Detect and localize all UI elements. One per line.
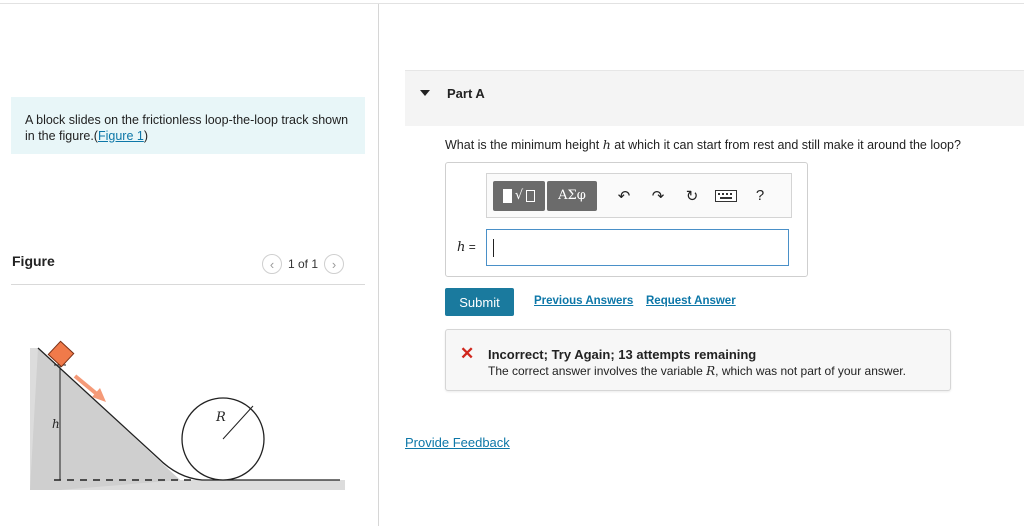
caret-down-icon (420, 90, 430, 96)
reset-icon: ↻ (685, 187, 699, 205)
request-answer-link[interactable]: Request Answer (646, 295, 736, 307)
pager-text: 1 of 1 (288, 257, 319, 271)
question-after: at which it can start from rest and stil… (610, 138, 961, 152)
answer-variable-label: h = (457, 240, 476, 255)
feedback-title: Incorrect; Try Again; 13 attempts remain… (488, 347, 757, 362)
templates-button[interactable]: √ (493, 180, 545, 211)
figure-link[interactable]: Figure 1 (98, 129, 144, 143)
part-a-header[interactable]: Part A (405, 70, 1024, 126)
feedback-msg-var: R (706, 364, 716, 378)
undo-button[interactable]: ↶ (607, 181, 641, 211)
figure-title: Figure (12, 253, 55, 269)
next-figure-button[interactable]: › (324, 254, 345, 274)
keyboard-icon (715, 189, 737, 202)
reset-button[interactable]: ↻ (675, 181, 709, 211)
redo-button[interactable]: ↷ (641, 181, 675, 211)
answer-input[interactable] (486, 229, 789, 266)
figure-rule (11, 284, 365, 285)
incorrect-x-icon: ✕ (460, 344, 475, 363)
loop-track-figure: R h (30, 340, 345, 490)
text-cursor (493, 239, 494, 257)
answer-eq: = (465, 240, 476, 254)
height-label: h (52, 417, 60, 431)
help-button[interactable]: ? (743, 181, 777, 211)
previous-answers-link[interactable]: Previous Answers (534, 295, 633, 307)
intro-link-suffix: ) (143, 129, 148, 143)
undo-arrow-icon: ↶ (617, 187, 631, 205)
submit-button[interactable]: Submit (445, 288, 514, 316)
part-title: Part A (447, 86, 485, 101)
feedback-msg-before: The correct answer involves the variable (488, 364, 707, 378)
intro-text: A block slides on the frictionless loop-… (25, 113, 349, 143)
math-toolbar: √ ΑΣφ ↶ ↷ ↻ ? (486, 173, 792, 218)
chevron-right-icon: › (331, 256, 337, 272)
question-before: What is the minimum height (445, 138, 603, 152)
redo-arrow-icon: ↷ (651, 187, 665, 205)
top-border (0, 3, 1024, 4)
answer-box: √ ΑΣφ ↶ ↷ ↻ ? h = (445, 162, 808, 277)
greek-symbols-button[interactable]: ΑΣφ (547, 180, 597, 211)
prev-figure-button[interactable]: ‹ (262, 254, 282, 274)
radius-label: R (215, 410, 226, 425)
sqrt-icon: √ (514, 188, 524, 203)
keyboard-button[interactable] (709, 181, 743, 211)
provide-feedback-link[interactable]: Provide Feedback (405, 435, 510, 450)
question-text: What is the minimum height h at which it… (445, 137, 961, 152)
question-var: h (602, 137, 611, 152)
template-square-icon (502, 188, 512, 203)
column-divider (378, 4, 379, 526)
problem-intro: A block slides on the frictionless loop-… (11, 97, 365, 154)
template-square-icon-2 (526, 189, 536, 202)
feedback-message: The correct answer involves the variable… (488, 364, 906, 378)
figure-pager: ‹ 1 of 1 › (262, 254, 345, 274)
chevron-left-icon: ‹ (269, 256, 275, 272)
feedback-box: ✕ Incorrect; Try Again; 13 attempts rema… (445, 329, 951, 391)
feedback-msg-after: , which was not part of your answer. (715, 364, 906, 378)
